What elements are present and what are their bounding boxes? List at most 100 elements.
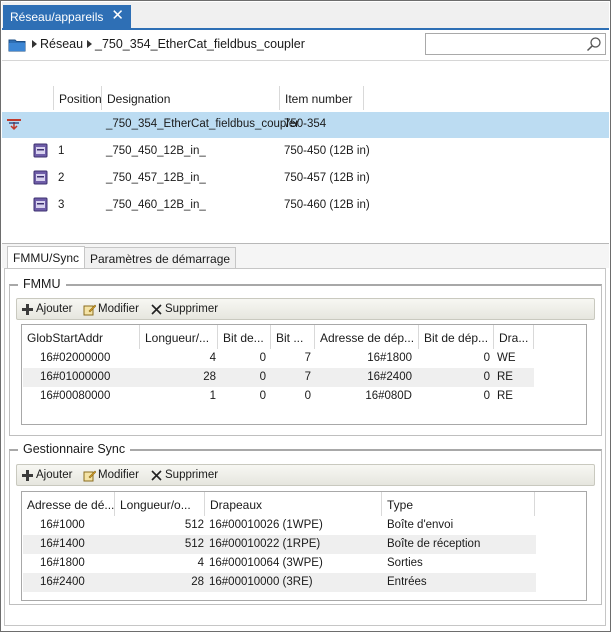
cell: 16#2400 — [367, 371, 412, 383]
cell: 16#1800 — [367, 352, 412, 364]
add-button[interactable]: Ajouter — [21, 301, 77, 319]
column-header-designation[interactable]: Designation — [101, 86, 279, 110]
editor-tab-strip: FMMU/Sync Paramètres de démarrage — [2, 244, 609, 269]
io-module-icon — [33, 197, 48, 212]
cell: 16#2400 — [40, 576, 85, 588]
modify-label: Modifier — [98, 469, 139, 481]
cell: RE — [497, 371, 513, 383]
column-header[interactable]: GlobStartAddr — [22, 325, 140, 349]
cell: RE — [497, 390, 513, 402]
modify-label: Modifier — [98, 303, 139, 315]
cell: 16#080D — [365, 390, 412, 402]
delete-button[interactable]: Supprimer — [150, 467, 222, 485]
device-item-number: 750-457 (12B in) — [284, 172, 370, 184]
column-header[interactable]: Type — [382, 492, 535, 516]
tab-startup-parameters[interactable]: Paramètres de démarrage — [84, 247, 237, 269]
device-item-number: 750-354 — [284, 118, 327, 130]
fmmu-group: FMMU Ajouter Modifier Supprimer GlobStar… — [9, 277, 602, 436]
delete-label: Supprimer — [165, 469, 219, 481]
cell: Entrées — [387, 576, 427, 588]
search-input[interactable] — [425, 33, 606, 55]
column-header[interactable]: Bit ... — [271, 325, 315, 349]
cell: Boîte d'envoi — [387, 519, 454, 531]
cell: 7 — [304, 371, 311, 383]
device-row[interactable]: 1 _750_450_12B_in_ 750-450 (12B in) — [2, 139, 609, 165]
group-title: FMMU — [18, 277, 66, 291]
delete-icon — [151, 470, 162, 481]
device-table: Position Designation Item number _750_35… — [2, 62, 609, 243]
device-row[interactable]: 2 _750_457_12B_in_ 750-457 (12B in) — [2, 166, 609, 192]
sync-manager-table: Adresse de dé... Longueur/o... Drapeaux … — [21, 491, 587, 601]
cell: 512 — [184, 519, 204, 531]
table-row[interactable]: 16#01000000 28 0 7 16#2400 0 RE — [23, 368, 534, 387]
column-header[interactable]: Bit de... — [218, 325, 271, 349]
device-position: 2 — [58, 172, 65, 184]
table-row[interactable]: 16#1800 4 16#00010064 (3WPE) Sorties — [23, 554, 536, 573]
column-header[interactable]: Adresse de dé... — [22, 492, 115, 516]
column-header-position[interactable]: Position — [53, 86, 102, 110]
cell: 4 — [209, 352, 216, 364]
add-button[interactable]: Ajouter — [21, 467, 77, 485]
chevron-right-icon — [87, 40, 92, 48]
chevron-right-icon — [32, 40, 37, 48]
delete-button[interactable]: Supprimer — [150, 301, 222, 319]
table-row[interactable]: 16#00080000 1 0 0 16#080D 0 RE — [23, 387, 534, 406]
edit-icon — [83, 470, 96, 482]
table-row[interactable]: 16#02000000 4 0 7 16#1800 0 WE — [23, 349, 534, 368]
modify-button[interactable]: Modifier — [83, 301, 145, 319]
cell: 0 — [483, 390, 490, 402]
search-icon[interactable] — [586, 36, 602, 52]
cell: 28 — [191, 576, 204, 588]
sync-manager-group: Gestionnaire Sync Ajouter Modifier Suppr… — [9, 442, 602, 605]
cell: 16#00010022 (1RPE) — [209, 538, 321, 550]
cell: WE — [497, 352, 516, 364]
cell: 16#1400 — [40, 538, 85, 550]
add-icon — [22, 304, 33, 315]
tab-fmmu-sync[interactable]: FMMU/Sync — [7, 246, 85, 269]
table-row[interactable]: 16#1000 512 16#00010026 (1WPE) Boîte d'e… — [23, 516, 536, 535]
column-header[interactable]: Dra... — [494, 325, 534, 349]
device-row[interactable]: _750_354_EtherCat_fieldbus_coupler 750-3… — [2, 112, 609, 138]
device-row[interactable]: 3 _750_460_12B_in_ 750-460 (12B in) — [2, 193, 609, 219]
table-row[interactable]: 16#2400 28 16#00010000 (3RE) Entrées — [23, 573, 536, 592]
column-header[interactable]: Drapeaux — [205, 492, 382, 516]
cell: 0 — [259, 371, 266, 383]
cell: 7 — [304, 352, 311, 364]
cell: 0 — [304, 390, 311, 402]
network-devices-window: Réseau/appareils ✕ Réseau _750_354_Ether… — [0, 0, 611, 632]
device-item-number: 750-460 (12B in) — [284, 199, 370, 211]
group-title: Gestionnaire Sync — [18, 442, 131, 456]
tab-network-devices[interactable]: Réseau/appareils ✕ — [3, 5, 131, 30]
breadcrumb-item-coupler[interactable]: _750_354_EtherCat_fieldbus_coupler — [95, 37, 305, 51]
device-table-header: Position Designation Item number — [2, 86, 609, 110]
column-header[interactable]: Adresse de dép... — [315, 325, 419, 349]
fmmu-table: GlobStartAddr Longueur/... Bit de... Bit… — [21, 324, 587, 425]
fmmu-sync-panel: FMMU Ajouter Modifier Supprimer GlobStar… — [4, 268, 606, 626]
cell: 16#00010026 (1WPE) — [209, 519, 323, 531]
device-designation: _750_460_12B_in_ — [106, 199, 206, 211]
cell: 0 — [483, 371, 490, 383]
cell: Boîte de réception — [387, 538, 481, 550]
close-icon[interactable]: ✕ — [111, 8, 124, 23]
device-position: 3 — [58, 199, 65, 211]
modify-button[interactable]: Modifier — [83, 467, 145, 485]
column-header-item-number[interactable]: Item number — [279, 86, 364, 110]
delete-icon — [151, 304, 162, 315]
column-header[interactable]: Bit de dép... — [419, 325, 494, 349]
breadcrumb: Réseau _750_354_EtherCat_fieldbus_couple… — [2, 31, 609, 61]
column-header[interactable]: Longueur/... — [140, 325, 218, 349]
table-row[interactable]: 16#1400 512 16#00010022 (1RPE) Boîte de … — [23, 535, 536, 554]
ethercat-coupler-icon — [7, 119, 21, 131]
add-label: Ajouter — [36, 469, 73, 481]
folder-icon[interactable] — [8, 38, 26, 52]
cell: 4 — [197, 557, 204, 569]
cell: Sorties — [387, 557, 423, 569]
device-item-number: 750-450 (12B in) — [284, 145, 370, 157]
device-position: 1 — [58, 145, 65, 157]
breadcrumb-item-network[interactable]: Réseau — [40, 37, 83, 51]
column-header[interactable]: Longueur/o... — [115, 492, 205, 516]
cell: 512 — [184, 538, 204, 550]
cell: 0 — [259, 390, 266, 402]
cell: 16#00080000 — [40, 390, 111, 402]
cell: 1 — [209, 390, 216, 402]
